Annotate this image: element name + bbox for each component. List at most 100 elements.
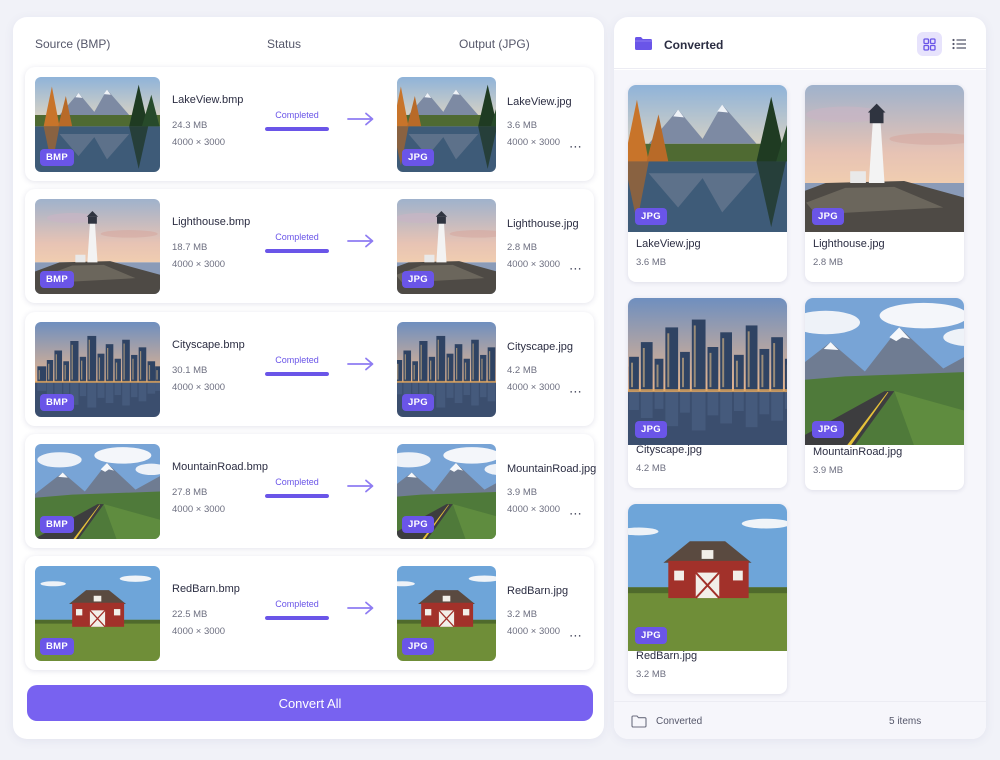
format-badge: JPG: [635, 421, 667, 438]
output-filesize: 3.2 MB: [507, 609, 538, 620]
converted-panel: Converted JPG LakeView.jpg 3.6 MB JPG Lighth…: [614, 17, 986, 739]
file-card[interactable]: JPG LakeView.jpg 3.6 MB: [628, 85, 787, 282]
format-badge: JPG: [402, 516, 434, 533]
file-size: 3.6 MB: [636, 257, 667, 268]
format-badge: JPG: [402, 149, 434, 166]
format-badge: BMP: [40, 149, 75, 166]
conversion-row[interactable]: BMP RedBarn.bmp 22.5 MB 4000 × 3000 Complete…: [25, 556, 594, 670]
output-thumbnail: JPG: [397, 77, 496, 172]
source-dimensions: 4000 × 3000: [172, 259, 226, 270]
file-size: 3.2 MB: [636, 669, 667, 680]
more-options-icon[interactable]: ⋯: [569, 384, 583, 400]
source-dimensions: 4000 × 3000: [172, 137, 226, 148]
source-filesize: 22.5 MB: [172, 609, 208, 620]
format-badge: BMP: [40, 638, 75, 655]
output-filename: RedBarn.jpg: [507, 585, 569, 597]
output-filename: Lighthouse.jpg: [507, 218, 579, 230]
file-card[interactable]: JPG Lighthouse.jpg 2.8 MB: [805, 85, 964, 282]
progress-fill: [265, 127, 329, 131]
item-count: 5 items: [889, 716, 922, 727]
output-dimensions: 4000 × 3000: [507, 137, 561, 148]
list-view-button[interactable]: [947, 32, 972, 56]
more-options-icon[interactable]: ⋯: [569, 261, 583, 277]
converted-grid: JPG LakeView.jpg 3.6 MB JPG Lighthouse.jpg 2.…: [614, 70, 986, 701]
source-filesize: 18.7 MB: [172, 242, 208, 253]
convert-all-button[interactable]: Convert All: [27, 685, 593, 721]
output-dimensions: 4000 × 3000: [507, 382, 561, 393]
source-thumbnail: BMP: [35, 444, 160, 539]
arrow-right-icon: [347, 479, 375, 498]
file-size: 4.2 MB: [636, 463, 667, 474]
source-filesize: 30.1 MB: [172, 365, 208, 376]
arrow-right-icon: [347, 234, 375, 253]
conversion-row[interactable]: BMP Lighthouse.bmp 18.7 MB 4000 × 3000 Compl…: [25, 189, 594, 303]
progress-fill: [265, 494, 329, 498]
source-dimensions: 4000 × 3000: [172, 626, 226, 637]
conversion-row[interactable]: BMP LakeView.bmp 24.3 MB 4000 × 3000 Complet…: [25, 67, 594, 181]
file-size: 2.8 MB: [813, 257, 844, 268]
more-options-icon[interactable]: ⋯: [569, 139, 583, 155]
more-options-icon[interactable]: ⋯: [569, 628, 583, 644]
footer-folder-label: Converted: [656, 716, 703, 727]
file-thumbnail: JPG: [805, 298, 964, 445]
output-filename: MountainRoad.jpg: [507, 463, 597, 475]
source-filename: Cityscape.bmp: [172, 339, 245, 351]
conversion-row[interactable]: BMP Cityscape.bmp 30.1 MB 4000 × 3000 Comple…: [25, 312, 594, 426]
format-badge: JPG: [402, 638, 434, 655]
arrow-right-icon: [347, 112, 375, 131]
file-name: LakeView.jpg: [636, 238, 701, 250]
source-filesize: 24.3 MB: [172, 120, 208, 131]
source-thumbnail: BMP: [35, 199, 160, 294]
progress-bar: [265, 616, 329, 620]
output-filename: LakeView.jpg: [507, 96, 572, 108]
output-filesize: 3.6 MB: [507, 120, 538, 131]
source-thumbnail: BMP: [35, 322, 160, 417]
list-icon: [952, 38, 966, 50]
source-filename: LakeView.bmp: [172, 94, 244, 106]
file-card[interactable]: JPG MountainRoad.jpg 3.9 MB: [805, 298, 964, 490]
file-size: 3.9 MB: [813, 465, 844, 476]
source-thumbnail: BMP: [35, 77, 160, 172]
source-column-header: Source (BMP): [35, 37, 111, 51]
converted-header: Converted: [614, 17, 986, 69]
conversion-row[interactable]: BMP MountainRoad.bmp 27.8 MB 4000 × 3000 Com…: [25, 434, 597, 548]
output-thumbnail: JPG: [397, 566, 496, 661]
arrow-right-icon: [347, 601, 375, 620]
output-filesize: 3.9 MB: [507, 487, 538, 498]
more-options-icon[interactable]: ⋯: [569, 506, 583, 522]
progress-bar: [265, 494, 329, 498]
folder-icon: [634, 36, 653, 56]
file-name: Cityscape.jpg: [636, 444, 703, 456]
format-badge: BMP: [40, 271, 75, 288]
file-card[interactable]: JPG Cityscape.jpg 4.2 MB: [628, 298, 787, 488]
status-text: Completed: [275, 599, 319, 609]
file-thumbnail: JPG: [628, 85, 787, 232]
output-filename: Cityscape.jpg: [507, 341, 574, 353]
status-column-header: Status: [267, 37, 302, 51]
format-badge: JPG: [402, 394, 434, 411]
output-dimensions: 4000 × 3000: [507, 504, 561, 515]
status-text: Completed: [275, 110, 319, 120]
progress-fill: [265, 372, 329, 376]
file-name: RedBarn.jpg: [636, 650, 698, 662]
grid-view-button[interactable]: [917, 32, 942, 56]
file-thumbnail: JPG: [628, 298, 787, 445]
output-column-header: Output (JPG): [459, 37, 530, 51]
source-filesize: 27.8 MB: [172, 487, 208, 498]
source-filename: Lighthouse.bmp: [172, 216, 251, 228]
grid-icon: [923, 37, 936, 51]
status-text: Completed: [275, 355, 319, 365]
progress-bar: [265, 372, 329, 376]
format-badge: JPG: [635, 627, 667, 644]
panel-title: Converted: [664, 38, 724, 52]
progress-bar: [265, 127, 329, 131]
progress-bar: [265, 249, 329, 253]
output-filesize: 2.8 MB: [507, 242, 538, 253]
format-badge: BMP: [40, 516, 75, 533]
column-headers: Source (BMP) Status Output (JPG): [13, 17, 604, 69]
arrow-right-icon: [347, 357, 375, 376]
format-badge: JPG: [812, 421, 844, 438]
format-badge: JPG: [635, 208, 667, 225]
output-dimensions: 4000 × 3000: [507, 259, 561, 270]
file-card[interactable]: JPG RedBarn.jpg 3.2 MB: [628, 504, 787, 694]
